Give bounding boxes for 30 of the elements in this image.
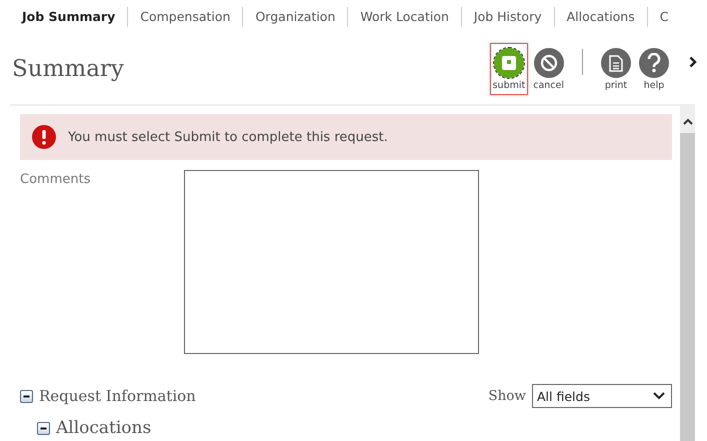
cancel-button[interactable]: cancel xyxy=(530,43,567,95)
section-title: Allocations xyxy=(56,418,152,438)
collapse-icon[interactable] xyxy=(37,422,50,434)
show-select[interactable]: All fields xyxy=(532,384,672,408)
comments-field[interactable] xyxy=(184,170,479,354)
tab[interactable]: Compensation xyxy=(128,7,244,27)
alert-message: You must select Submit to complete this request. xyxy=(68,130,388,144)
page-title: Summary xyxy=(12,56,125,82)
document-icon xyxy=(609,54,623,72)
scrollbar[interactable] xyxy=(680,106,695,441)
exclamation-icon xyxy=(32,125,56,149)
tab[interactable]: Allocations xyxy=(554,7,648,27)
chevron-right-icon[interactable] xyxy=(689,56,697,68)
submit-button[interactable]: submit xyxy=(490,43,528,95)
section-title: Request Information xyxy=(39,387,197,405)
chevron-down-icon xyxy=(653,392,665,400)
tab[interactable]: C xyxy=(648,7,680,27)
help-button[interactable]: help xyxy=(636,43,672,95)
comments-label: Comments xyxy=(20,171,92,189)
no-entry-icon xyxy=(540,54,558,72)
collapse-icon[interactable] xyxy=(20,390,33,402)
show-label: Show xyxy=(488,388,526,404)
tab[interactable]: Work Location xyxy=(348,7,462,27)
tab[interactable]: Job Summary xyxy=(10,7,128,27)
save-icon xyxy=(500,55,517,71)
scroll-up-icon[interactable] xyxy=(682,118,692,125)
tab[interactable]: Organization xyxy=(243,7,348,27)
question-mark-icon xyxy=(647,53,661,73)
tab[interactable]: Job History xyxy=(462,7,555,27)
print-button[interactable]: print xyxy=(598,43,634,95)
